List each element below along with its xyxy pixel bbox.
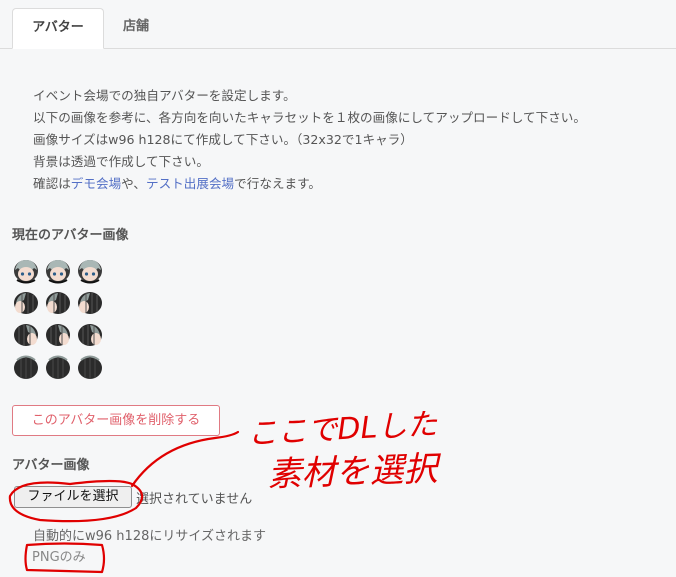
description-text: や、 bbox=[121, 176, 146, 191]
avatar-sprite-sheet bbox=[12, 256, 108, 384]
format-badge: PNGのみ bbox=[32, 550, 86, 565]
demo-venue-link[interactable]: デモ会場 bbox=[71, 176, 121, 191]
tab-store[interactable]: 店舗 bbox=[106, 8, 166, 48]
avatar-sprite-left bbox=[14, 292, 38, 314]
description-line: 以下の画像を参考に、各方向を向いたキャラセットを１枚の画像にしてアップロードして… bbox=[33, 110, 586, 125]
avatar-sprite-back bbox=[78, 355, 102, 379]
avatar-upload-heading: アバター画像 bbox=[12, 458, 90, 473]
description-line: 画像サイズはw96 h128にて作成して下さい。（32x32で1キャラ） bbox=[33, 132, 413, 147]
description-line: イベント会場での独自アバターを設定します。 bbox=[33, 88, 296, 103]
tab-bar: アバター 店舗 bbox=[0, 0, 676, 49]
current-avatar-heading: 現在のアバター画像 bbox=[12, 228, 129, 243]
file-status-text: 選択されていません bbox=[136, 492, 253, 507]
tab-avatar[interactable]: アバター bbox=[12, 8, 104, 49]
avatar-sprite-back bbox=[14, 355, 38, 379]
description-text: 確認は bbox=[33, 176, 71, 191]
test-venue-link[interactable]: テスト出展会場 bbox=[146, 176, 234, 191]
description-line: 確認はデモ会場や、テスト出展会場で行なえます。 bbox=[33, 173, 586, 195]
avatar-sprite-front bbox=[14, 260, 38, 284]
avatar-sprite-front bbox=[78, 260, 102, 284]
avatar-sprite-front bbox=[46, 260, 70, 284]
avatar-sprite-left bbox=[46, 292, 70, 314]
annotation-text-line2: 素材を選択 bbox=[267, 449, 443, 495]
annotation-arrow bbox=[130, 430, 240, 488]
description-text: で行なえます。 bbox=[234, 176, 322, 191]
choose-file-button[interactable]: ファイルを選択 bbox=[14, 486, 132, 508]
avatar-sprite-back bbox=[46, 355, 70, 379]
avatar-sprite-right bbox=[78, 324, 102, 346]
description: イベント会場での独自アバターを設定します。 以下の画像を参考に、各方向を向いたキ… bbox=[33, 85, 586, 195]
description-line: 背景は透過で作成して下さい。 bbox=[33, 154, 209, 169]
annotation-text-line1: ここでDLした bbox=[247, 407, 439, 452]
avatar-sprite-left bbox=[78, 292, 102, 314]
resize-hint: 自動的にw96 h128にリサイズされます bbox=[33, 529, 266, 544]
avatar-sprite-right bbox=[46, 324, 70, 346]
delete-avatar-button[interactable]: このアバター画像を削除する bbox=[12, 405, 220, 436]
avatar-sprite-right bbox=[14, 324, 38, 346]
